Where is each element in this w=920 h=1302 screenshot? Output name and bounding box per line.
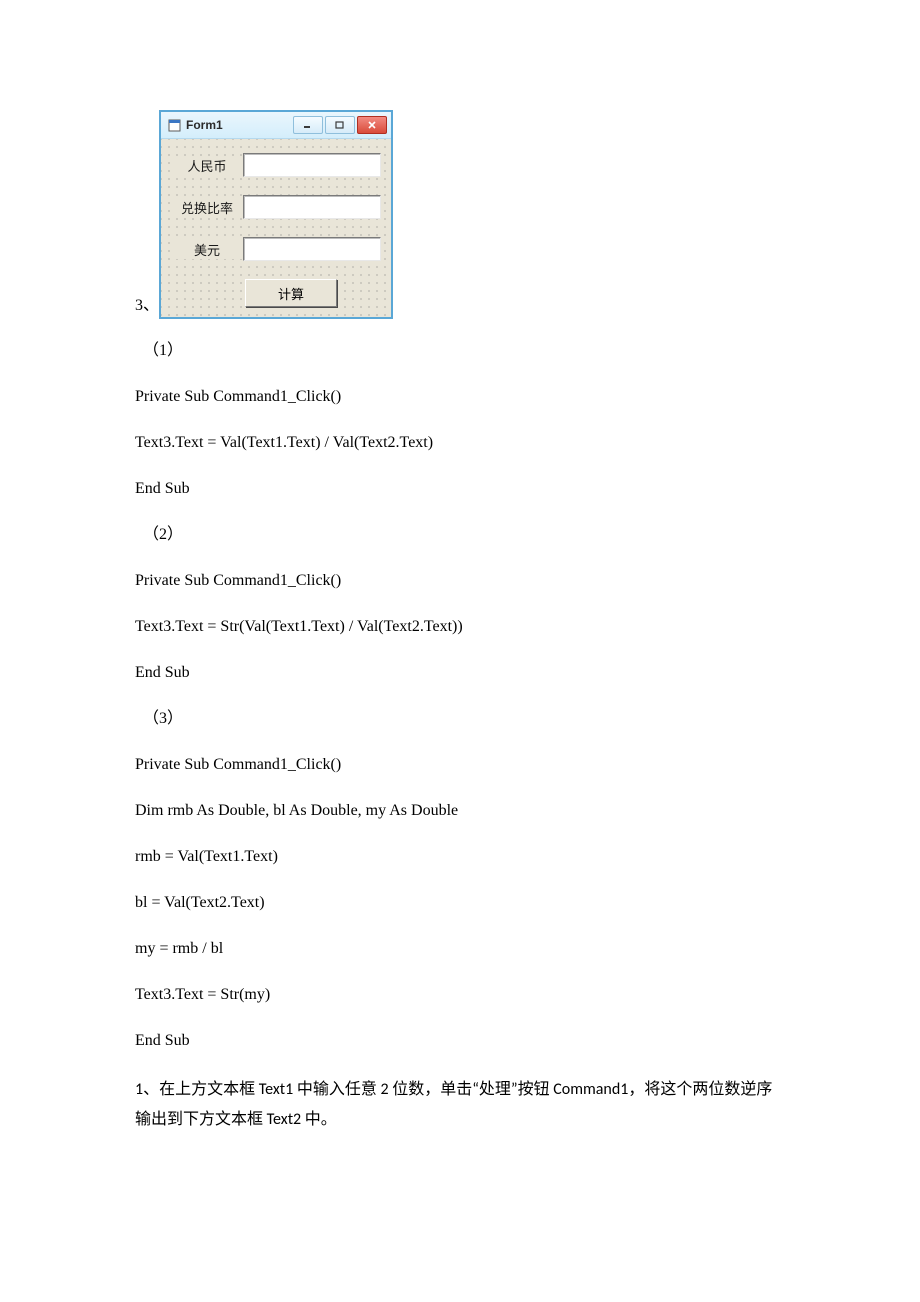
- textbox-text3: [243, 237, 381, 261]
- vb-titlebar: Form1: [161, 112, 391, 139]
- code-line: End Sub: [135, 477, 785, 501]
- close-icon: [357, 116, 387, 134]
- code-line: rmb = Val(Text1.Text): [135, 845, 785, 869]
- textbox-text2: [243, 195, 381, 219]
- code-line: End Sub: [135, 661, 785, 685]
- item3-label: 3、: [135, 291, 159, 319]
- part3-label: （3）: [135, 707, 785, 731]
- code-line: Text3.Text = Str(Val(Text1.Text) / Val(T…: [135, 615, 785, 639]
- code-line: Text3.Text = Val(Text1.Text) / Val(Text2…: [135, 431, 785, 455]
- code-line: bl = Val(Text2.Text): [135, 891, 785, 915]
- button-row: 计算: [171, 279, 381, 307]
- document-page: 3、 Form1: [0, 0, 920, 1216]
- task1-text: 1、在上方文本框 Text1 中输入任意 2 位数，单击“处理”按钮 Comma…: [135, 1075, 785, 1134]
- maximize-icon: [325, 116, 355, 134]
- vb-window-title: Form1: [186, 118, 293, 132]
- code-line: Private Sub Command1_Click(): [135, 753, 785, 777]
- vb-form-screenshot: Form1 人民币: [159, 110, 393, 319]
- textbox-text1: [243, 153, 381, 177]
- vb-form-body: 人民币 兑换比率 美元 计算: [161, 139, 391, 317]
- code-line: Private Sub Command1_Click(): [135, 385, 785, 409]
- row-rate: 兑换比率: [171, 195, 381, 219]
- row-usd: 美元: [171, 237, 381, 261]
- label-usd: 美元: [171, 240, 243, 259]
- label-rmb: 人民币: [171, 156, 243, 175]
- label-rate: 兑换比率: [171, 198, 243, 217]
- code-line: End Sub: [135, 1029, 785, 1053]
- calculate-button: 计算: [245, 279, 337, 307]
- part2-label: （2）: [135, 523, 785, 547]
- code-line: my = rmb / bl: [135, 937, 785, 961]
- form-icon: [167, 118, 181, 132]
- minimize-icon: [293, 116, 323, 134]
- window-buttons: [293, 116, 387, 134]
- row-rmb: 人民币: [171, 153, 381, 177]
- code-line: Private Sub Command1_Click(): [135, 569, 785, 593]
- code-line: Dim rmb As Double, bl As Double, my As D…: [135, 799, 785, 823]
- item3-row: 3、 Form1: [135, 110, 785, 319]
- code-line: Text3.Text = Str(my): [135, 983, 785, 1007]
- part1-label: （1）: [135, 339, 785, 363]
